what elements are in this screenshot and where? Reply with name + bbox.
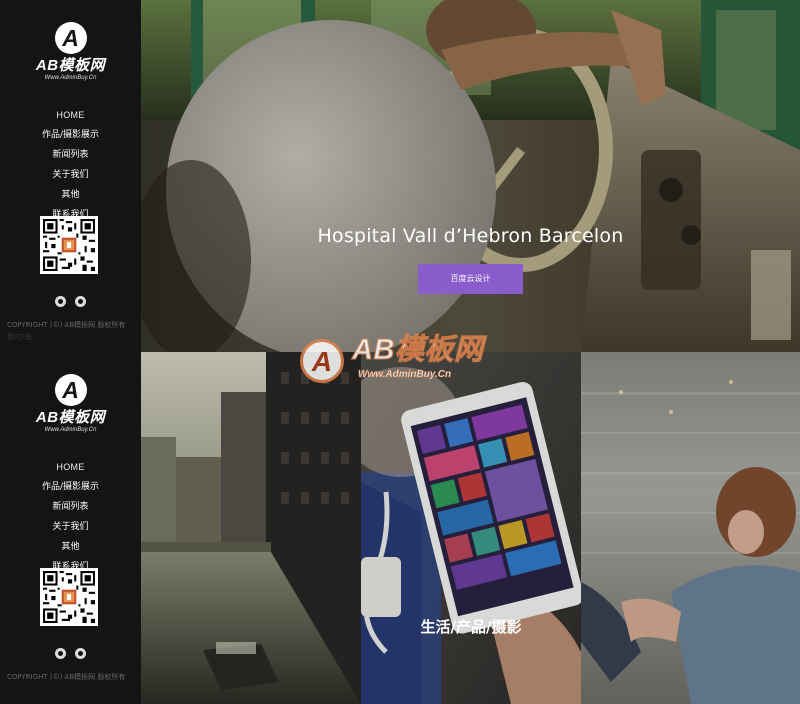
main-nav: HOME 作品/摄影展示 新闻列表 关于我们 其他 联系我们 (0, 108, 141, 228)
social-links (0, 293, 141, 311)
nav-item-about[interactable]: 关于我们 (0, 168, 141, 188)
phone-photo (361, 352, 581, 704)
qr-code (40, 216, 98, 274)
nav-item-works[interactable]: 作品/摄影展示 (0, 480, 141, 500)
logo-badge-icon: A (54, 22, 87, 54)
watermark-title: AB模板网 (351, 334, 484, 367)
city-canal-photo (141, 352, 361, 704)
gallery-tile-sea[interactable] (581, 352, 800, 704)
qq-icon[interactable] (74, 648, 86, 660)
logo-name: AB模板网 (35, 409, 106, 426)
nav-item-home[interactable]: HOME (0, 460, 141, 480)
gallery-tile-phone[interactable] (361, 352, 581, 704)
nav-item-news[interactable]: 新闻列表 (0, 500, 141, 520)
icp-text: 蜀ICP备 (7, 333, 33, 341)
qr-code (40, 568, 98, 626)
gallery-tile-city-canal[interactable] (141, 352, 361, 704)
sidebar-top: A AB模板网 Www.AdminBuy.Cn HOME 作品/摄影展示 新闻列… (0, 0, 141, 352)
nav-item-works[interactable]: 作品/摄影展示 (0, 128, 141, 148)
logo-mark: A (62, 377, 79, 403)
nav-item-about[interactable]: 关于我们 (0, 520, 141, 540)
qr-code-icon (43, 219, 95, 271)
watermark-badge-icon: A (300, 339, 344, 383)
logo-mark: A (62, 25, 79, 51)
sidebar-bottom: A AB模板网 Www.AdminBuy.Cn HOME 作品/摄影展示 新闻列… (0, 352, 141, 704)
nav-item-home[interactable]: HOME (0, 108, 141, 128)
watermark-logo: A AB模板网 Www.AdminBuy.Cn (300, 333, 510, 391)
logo-name: AB模板网 (35, 57, 106, 74)
copyright-text: COPYRIGHT (©) AB模板网 版权所有 (7, 673, 126, 681)
copyright-text: COPYRIGHT (©) AB模板网 版权所有 (7, 321, 126, 329)
nav-item-other[interactable]: 其他 (0, 540, 141, 560)
nav-item-other[interactable]: 其他 (0, 188, 141, 208)
qr-code-icon (43, 571, 95, 623)
hero-photo (141, 0, 800, 352)
qq-icon[interactable] (74, 296, 86, 308)
logo-domain: Www.AdminBuy.Cn (44, 427, 97, 433)
nav-item-news[interactable]: 新闻列表 (0, 148, 141, 168)
sea-photo (581, 352, 800, 704)
brand-logo[interactable]: A AB模板网 Www.AdminBuy.Cn (0, 374, 141, 434)
gallery-caption: 生活/产品/摄影 (420, 618, 522, 636)
watermark-mark: A (311, 346, 333, 377)
logo-domain: Www.AdminBuy.Cn (44, 75, 97, 81)
weibo-icon[interactable] (55, 296, 67, 308)
watermark-url: Www.AdminBuy.Cn (358, 369, 452, 380)
brand-logo[interactable]: A AB模板网 Www.AdminBuy.Cn (0, 22, 141, 82)
weibo-icon[interactable] (55, 648, 67, 660)
main-nav: HOME 作品/摄影展示 新闻列表 关于我们 其他 联系我们 (0, 460, 141, 580)
hero-banner: Hospital Vall d’Hebron Barcelon 百度云设计 (141, 0, 800, 352)
social-links (0, 645, 141, 663)
hero-title: Hospital Vall d’Hebron Barcelon (317, 225, 624, 247)
hero-cta-button[interactable]: 百度云设计 (418, 264, 523, 294)
logo-badge-icon: A (54, 374, 87, 406)
